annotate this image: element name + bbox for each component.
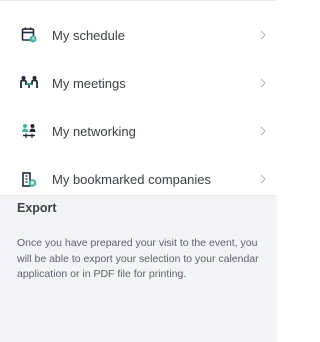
- chevron-right-icon: [258, 28, 268, 42]
- chevron-right-icon: [258, 124, 268, 138]
- meeting-icon: [17, 71, 41, 95]
- menu-item-label: My meetings: [52, 75, 126, 91]
- my-visit-menu: My schedule My meetings My networking My…: [0, 0, 277, 196]
- calendar-icon: [17, 23, 41, 47]
- menu-item-label: My bookmarked companies: [52, 171, 211, 187]
- menu-item-my-meetings[interactable]: My meetings: [0, 59, 277, 107]
- export-heading: Export: [17, 201, 57, 215]
- page: My schedule My meetings My networking My…: [0, 0, 277, 342]
- export-description: Once you have prepared your visit to the…: [17, 237, 259, 280]
- menu-item-my-schedule[interactable]: My schedule: [0, 11, 277, 59]
- networking-icon: [17, 119, 41, 143]
- chevron-right-icon: [258, 76, 268, 90]
- menu-item-label: My networking: [52, 123, 136, 139]
- building-bookmark-icon: [17, 167, 41, 191]
- chevron-right-icon: [258, 172, 268, 186]
- menu-item-label: My schedule: [52, 27, 125, 43]
- menu-item-my-networking[interactable]: My networking: [0, 107, 277, 155]
